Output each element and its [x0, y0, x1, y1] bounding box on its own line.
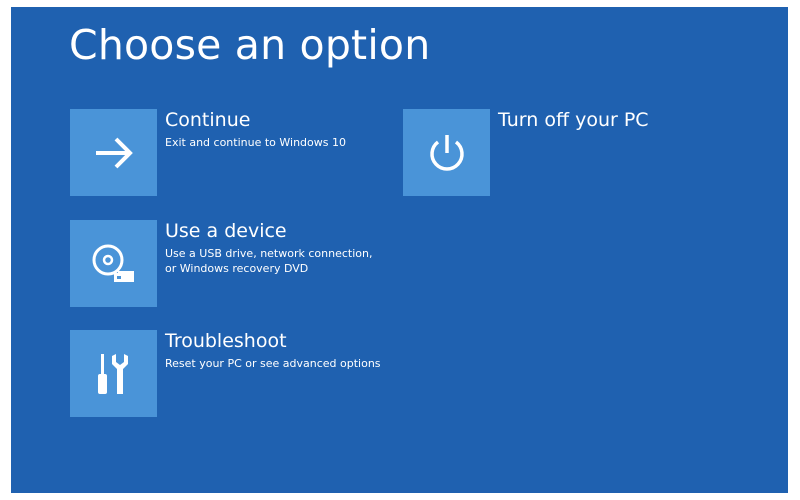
use-device-desc-line-2: or Windows recovery DVD: [165, 262, 309, 275]
continue-tile[interactable]: [70, 109, 157, 196]
arrow-right-icon: [95, 137, 133, 168]
disc-drive-icon: [92, 244, 134, 282]
troubleshoot-desc-line: Reset your PC or see advanced options: [165, 357, 381, 370]
power-icon: [429, 134, 464, 171]
troubleshoot-description: Reset your PC or see advanced options: [165, 356, 381, 371]
continue-desc-line: Exit and continue to Windows 10: [165, 136, 346, 149]
turn-off-tile[interactable]: [403, 109, 490, 196]
use-device-label[interactable]: Use a device: [165, 220, 287, 242]
troubleshoot-label[interactable]: Troubleshoot: [165, 330, 287, 352]
tools-icon: [97, 353, 128, 394]
page-title: Choose an option: [69, 21, 431, 69]
use-device-tile[interactable]: [70, 220, 157, 307]
use-device-desc-line-1: Use a USB drive, network connection,: [165, 247, 373, 260]
turn-off-label[interactable]: Turn off your PC: [498, 109, 649, 131]
use-device-description: Use a USB drive, network connection, or …: [165, 246, 372, 276]
continue-description: Exit and continue to Windows 10: [165, 135, 346, 150]
recovery-screen: Choose an option Continue Exit and conti…: [11, 7, 788, 493]
continue-label[interactable]: Continue: [165, 109, 250, 131]
troubleshoot-tile[interactable]: [70, 330, 157, 417]
